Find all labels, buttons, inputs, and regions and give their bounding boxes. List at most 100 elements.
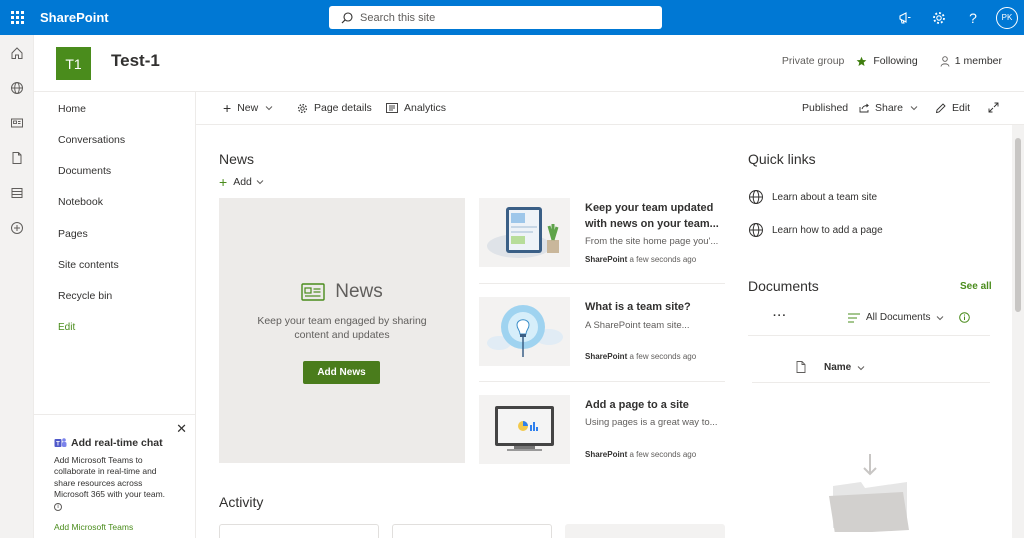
monitor-illustration — [495, 406, 554, 451]
info-icon[interactable]: i — [54, 503, 62, 512]
search-input[interactable] — [360, 11, 640, 24]
news-item-description: From the site home page you'... — [585, 236, 719, 247]
analytics-button[interactable]: Analytics — [386, 102, 446, 114]
page-scrollbar[interactable] — [1012, 125, 1024, 538]
filter-lines-icon — [848, 313, 860, 322]
nav-edit-link[interactable]: Edit — [58, 322, 75, 333]
add-teams-link[interactable]: Add Microsoft Teams — [54, 522, 133, 532]
news-item[interactable]: Keep your team updated with news on your… — [479, 198, 725, 267]
news-item[interactable]: What is a team site? A SharePoint team s… — [479, 297, 725, 366]
edit-button[interactable]: Edit — [935, 102, 970, 114]
activity-card[interactable] — [392, 524, 552, 538]
news-item-title[interactable]: What is a team site? — [585, 300, 725, 316]
quick-link-item[interactable]: Learn about a team site — [748, 189, 877, 205]
news-placeholder-card: News Keep your team engaged by sharing c… — [219, 198, 465, 463]
quick-link-item[interactable]: Learn how to add a page — [748, 222, 883, 238]
svg-text:T: T — [56, 442, 60, 448]
news-item-title[interactable]: Add a page to a site — [585, 398, 725, 414]
nav-item-notebook[interactable]: Notebook — [58, 196, 103, 208]
new-button[interactable]: + New — [223, 101, 273, 115]
nav-item-recycle-bin[interactable]: Recycle bin — [58, 290, 112, 302]
scrollbar-thumb[interactable] — [1015, 138, 1021, 312]
chevron-down-icon — [256, 180, 264, 185]
account-avatar[interactable]: PK — [996, 6, 1018, 29]
chevron-down-icon — [857, 365, 865, 370]
share-label: Share — [875, 102, 904, 114]
appbar-news[interactable] — [0, 105, 34, 140]
command-bar: + New Page details Analytics Published S… — [196, 91, 1024, 125]
appbar-create[interactable] — [0, 210, 34, 245]
app-launcher-button[interactable] — [0, 0, 34, 35]
expand-icon — [988, 102, 999, 113]
close-icon[interactable]: ✕ — [176, 421, 187, 437]
news-item-author: SharePoint — [585, 450, 628, 459]
page-details-label: Page details — [314, 102, 372, 114]
teams-promo-title: T Add real-time chat — [54, 437, 163, 449]
news-item-time: a few seconds ago — [629, 450, 697, 459]
news-add-button[interactable]: + Add — [219, 175, 264, 189]
app-name-link[interactable]: SharePoint — [40, 10, 109, 25]
news-item-author: SharePoint — [585, 352, 628, 361]
more-options-button[interactable]: ··· — [773, 310, 787, 322]
info-button[interactable] — [959, 312, 970, 326]
activity-card[interactable] — [565, 524, 725, 538]
globe-icon — [749, 190, 763, 204]
waffle-icon — [10, 11, 24, 24]
appbar-lists[interactable] — [0, 175, 34, 210]
news-item[interactable]: Add a page to a site Using pages is a gr… — [479, 395, 725, 464]
share-button[interactable]: Share — [859, 102, 918, 114]
news-icon — [11, 118, 23, 127]
members-label: 1 member — [954, 55, 1002, 67]
chevron-down-icon — [265, 106, 273, 111]
info-icon — [959, 312, 970, 323]
megaphone-icon — [899, 11, 911, 23]
appbar-home[interactable] — [0, 35, 34, 70]
nav-item-documents[interactable]: Documents — [58, 165, 111, 177]
news-thumbnail — [479, 395, 570, 464]
news-icon — [301, 283, 325, 301]
nav-item-home[interactable]: Home — [58, 103, 86, 115]
activity-card[interactable] — [219, 524, 379, 538]
list-icon — [11, 187, 23, 198]
site-logo[interactable]: T1 — [56, 47, 91, 80]
news-divider — [479, 381, 725, 382]
new-button-label: New — [237, 102, 259, 114]
gear-icon — [297, 103, 308, 113]
publish-status: Published — [802, 102, 849, 114]
teams-promo-title-text: Add real-time chat — [71, 437, 163, 449]
news-item-title[interactable]: Keep your team updated with news on your… — [585, 201, 725, 232]
site-header: T1 Test-1 Private group Following 1 memb… — [34, 35, 1024, 91]
site-navigation: Home Conversations Documents Notebook Pa… — [34, 91, 196, 538]
add-news-button[interactable]: Add News — [303, 361, 380, 384]
view-selector[interactable]: All Documents — [848, 312, 944, 323]
see-all-link[interactable]: See all — [960, 281, 992, 292]
nav-item-conversations[interactable]: Conversations — [58, 134, 125, 146]
page-details-button[interactable]: Page details — [297, 102, 372, 114]
name-column-header[interactable]: Name — [824, 362, 865, 373]
news-section-title: News — [219, 151, 255, 167]
nav-item-pages[interactable]: Pages — [58, 228, 88, 240]
news-add-label: Add — [233, 176, 252, 188]
documents-toolbar: ··· All Documents — [748, 308, 990, 336]
following-button[interactable]: Following — [856, 55, 918, 67]
settings-button[interactable] — [922, 0, 956, 35]
person-icon — [940, 55, 950, 67]
gear-icon — [933, 11, 945, 24]
appbar-sites[interactable] — [0, 70, 34, 105]
site-title[interactable]: Test-1 — [111, 51, 160, 71]
news-item-description: A SharePoint team site... — [585, 320, 690, 331]
activity-section-title: Activity — [219, 494, 264, 510]
expand-button[interactable] — [988, 102, 999, 113]
help-button[interactable]: ? — [956, 0, 990, 35]
feedback-button[interactable] — [888, 0, 922, 35]
news-item-author: SharePoint — [585, 255, 628, 264]
news-placeholder-heading: News — [219, 281, 465, 303]
documents-column-header: Name — [752, 355, 990, 383]
pencil-icon — [935, 102, 946, 113]
appbar-files[interactable] — [0, 140, 34, 175]
nav-item-site-contents[interactable]: Site contents — [58, 259, 119, 271]
search-box[interactable] — [329, 6, 662, 29]
news-thumbnail — [479, 198, 570, 267]
news-item-description: Using pages is a great way to... — [585, 417, 718, 428]
members-button[interactable]: 1 member — [940, 55, 1002, 67]
